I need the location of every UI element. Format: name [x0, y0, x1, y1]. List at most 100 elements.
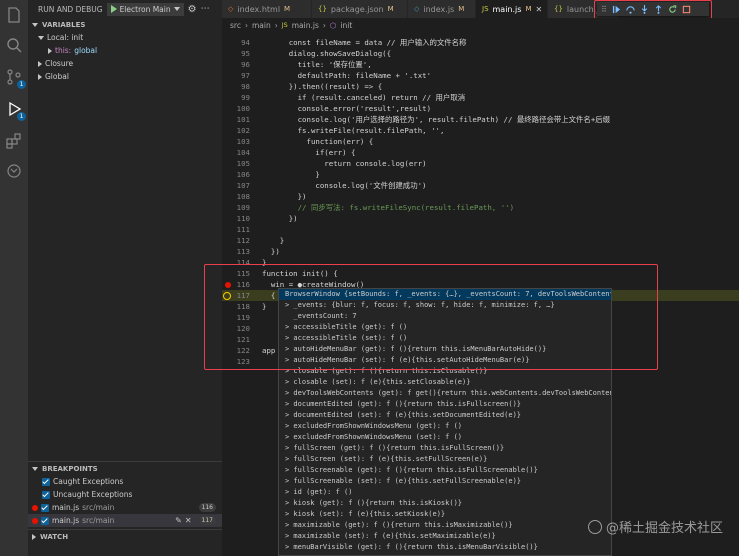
code-line[interactable]: 98 }).then((result) => { [222, 81, 739, 92]
hover-property[interactable]: > maximizable (get): f (){return this.is… [279, 520, 611, 531]
files-icon[interactable] [5, 6, 23, 24]
uncaught-exceptions-row[interactable]: Uncaught Exceptions [28, 488, 222, 501]
code-line[interactable]: 104 if(err) { [222, 147, 739, 158]
edit-icon[interactable]: ✎ [175, 516, 182, 525]
start-debug-icon[interactable] [110, 5, 117, 13]
stop-icon[interactable] [682, 5, 691, 14]
hover-property[interactable]: > maximizable (set): f (e){this.setMaxim… [279, 531, 611, 542]
run-debug-icon[interactable]: 1 [5, 100, 26, 121]
code-line[interactable]: 99 if (result.canceled) return // 用户取消 [222, 92, 739, 103]
search-icon[interactable] [5, 36, 23, 54]
close-icon[interactable]: ✕ [185, 516, 192, 525]
code-line[interactable]: 108 }) [222, 191, 739, 202]
hover-property[interactable]: > _events: {blur: f, focus: f, show: f, … [279, 300, 611, 311]
hover-property[interactable]: > id (get): f () [279, 487, 611, 498]
breakpoints-header[interactable]: BREAKPOINTS [28, 462, 222, 475]
breakpoint-item[interactable]: main.js src/main ✎ ✕ 117 [28, 514, 222, 527]
breadcrumb-main[interactable]: main [252, 21, 271, 30]
watch-header[interactable]: WATCH [28, 530, 222, 543]
code-line[interactable]: 100 console.error('result',result) [222, 103, 739, 114]
step-over-icon[interactable] [626, 5, 635, 14]
breadcrumb-src[interactable]: src [230, 21, 241, 30]
line-number: 97 [241, 71, 250, 80]
code-line[interactable]: 101 console.log('用户选择的路径为', result.fileP… [222, 114, 739, 125]
breakpoint-marker-icon[interactable] [225, 282, 231, 288]
tab-main-js[interactable]: JS main.js M ✕ [476, 0, 548, 18]
line-number: 101 [236, 115, 250, 124]
hover-property[interactable]: > kiosk (set): f (e){this.setKiosk(e)} [279, 509, 611, 520]
step-into-icon[interactable] [640, 4, 649, 14]
scope-global[interactable]: Global [28, 70, 222, 83]
close-icon[interactable]: ✕ [535, 5, 542, 14]
watch-title: WATCH [40, 532, 69, 541]
code-line[interactable]: 94 const fileName = data // 用户输入的文件名称 [222, 37, 739, 48]
breakpoint-checkbox[interactable] [41, 503, 49, 512]
caught-exceptions-row[interactable]: Caught Exceptions [28, 475, 222, 488]
hover-property[interactable]: > accessibleTitle (get): f () [279, 322, 611, 333]
code-line[interactable]: 110 }) [222, 213, 739, 224]
code-line[interactable]: 107 console.log('文件创建成功') [222, 180, 739, 191]
remote-explorer-icon[interactable] [5, 162, 23, 180]
code-line[interactable]: 106 } [222, 169, 739, 180]
hover-property[interactable]: > menuBarVisible (get): f (){return this… [279, 542, 611, 553]
code-line[interactable]: 113 }) [222, 246, 739, 257]
tab-package-json[interactable]: {} package.json M [312, 0, 408, 18]
variable-this-name: this: [55, 46, 72, 55]
uncaught-exceptions-checkbox[interactable] [42, 490, 50, 499]
hover-property[interactable]: > fullScreen (set): f (e){this.setFullSc… [279, 454, 611, 465]
uncaught-exceptions-label: Uncaught Exceptions [53, 490, 133, 499]
hover-property[interactable]: > fullScreenable (set): f (e){this.setFu… [279, 476, 611, 487]
hover-property[interactable]: > closable (set): f (e){this.setClosable… [279, 377, 611, 388]
source-control-icon[interactable]: 1 [5, 68, 26, 89]
more-icon[interactable]: ⋯ [201, 4, 210, 14]
scope-closure[interactable]: Closure [28, 57, 222, 70]
current-line-icon[interactable] [223, 292, 231, 300]
extensions-icon[interactable] [5, 132, 23, 150]
variables-header[interactable]: VARIABLES [28, 18, 222, 31]
gear-icon[interactable]: ⚙ [188, 4, 197, 15]
drag-handle-icon[interactable]: ⠿ [601, 5, 607, 14]
code-line[interactable]: 112 } [222, 235, 739, 246]
breakpoint-item[interactable]: main.js src/main 116 [28, 501, 222, 514]
continue-icon[interactable] [612, 5, 621, 14]
code-line[interactable]: 109 // 同步写法: fs.writeFileSync(result.fil… [222, 202, 739, 213]
hover-property[interactable]: > closable (get): f (){return this.isClo… [279, 366, 611, 377]
code-line[interactable]: 115 function init() { [222, 268, 739, 279]
code-line[interactable]: 96 title: '保存位置', [222, 59, 739, 70]
code-line[interactable]: 103 function(err) { [222, 136, 739, 147]
hover-property[interactable]: > fullScreen (get): f (){return this.isF… [279, 443, 611, 454]
breadcrumb-file[interactable]: main.js [292, 21, 319, 30]
hover-property[interactable]: > autoHideMenuBar (set): f (e){this.setA… [279, 355, 611, 366]
tab-index-html[interactable]: ◇ index.html M [222, 0, 312, 18]
code-text: defaultPath: fileName + '.txt' [262, 71, 432, 80]
code-line[interactable]: 95 dialog.showSaveDialog({ [222, 48, 739, 59]
code-line[interactable]: 97 defaultPath: fileName + '.txt' [222, 70, 739, 81]
debug-hover-widget[interactable]: BrowserWindow {setBounds: f, _events: {…… [278, 288, 612, 556]
line-number: 112 [236, 236, 250, 245]
hover-property[interactable]: > documentEdited (set): f (e){this.setDo… [279, 410, 611, 421]
hover-property[interactable]: > documentEdited (get): f (){return this… [279, 399, 611, 410]
scope-local[interactable]: Local: init [28, 31, 222, 44]
hover-property[interactable]: > excludedFromShownWindowsMenu (get): f … [279, 421, 611, 432]
code-line[interactable]: 105 return console.log(err) [222, 158, 739, 169]
hover-property[interactable]: > devToolsWebContents (get): f get(){ret… [279, 388, 611, 399]
breakpoint-file: main.js [52, 503, 80, 512]
code-line[interactable]: 111 [222, 224, 739, 235]
hover-property[interactable]: > autoHideMenuBar (get): f (){return thi… [279, 344, 611, 355]
hover-property[interactable]: > excludedFromShownWindowsMenu (set): f … [279, 432, 611, 443]
restart-icon[interactable] [668, 4, 677, 14]
step-out-icon[interactable] [654, 4, 663, 14]
breadcrumb-symbol[interactable]: init [340, 21, 352, 30]
code-line[interactable]: 114} [222, 257, 739, 268]
hover-property[interactable]: > fullScreenable (get): f (){return this… [279, 465, 611, 476]
tab-index-js[interactable]: ◇ index.js M [408, 0, 476, 18]
variable-this[interactable]: this: global [28, 44, 222, 57]
caught-exceptions-checkbox[interactable] [42, 477, 50, 486]
hover-property[interactable]: > kiosk (get): f (){return this.isKiosk(… [279, 498, 611, 509]
code-line[interactable]: 102 fs.writeFile(result.filePath, '', [222, 125, 739, 136]
code-text: function init() { [262, 269, 338, 278]
launch-config-select[interactable]: Electron Main [106, 2, 184, 16]
hover-property[interactable]: _eventsCount: 7 [279, 311, 611, 322]
breakpoint-checkbox[interactable] [41, 516, 49, 525]
hover-property[interactable]: > accessibleTitle (set): f () [279, 333, 611, 344]
